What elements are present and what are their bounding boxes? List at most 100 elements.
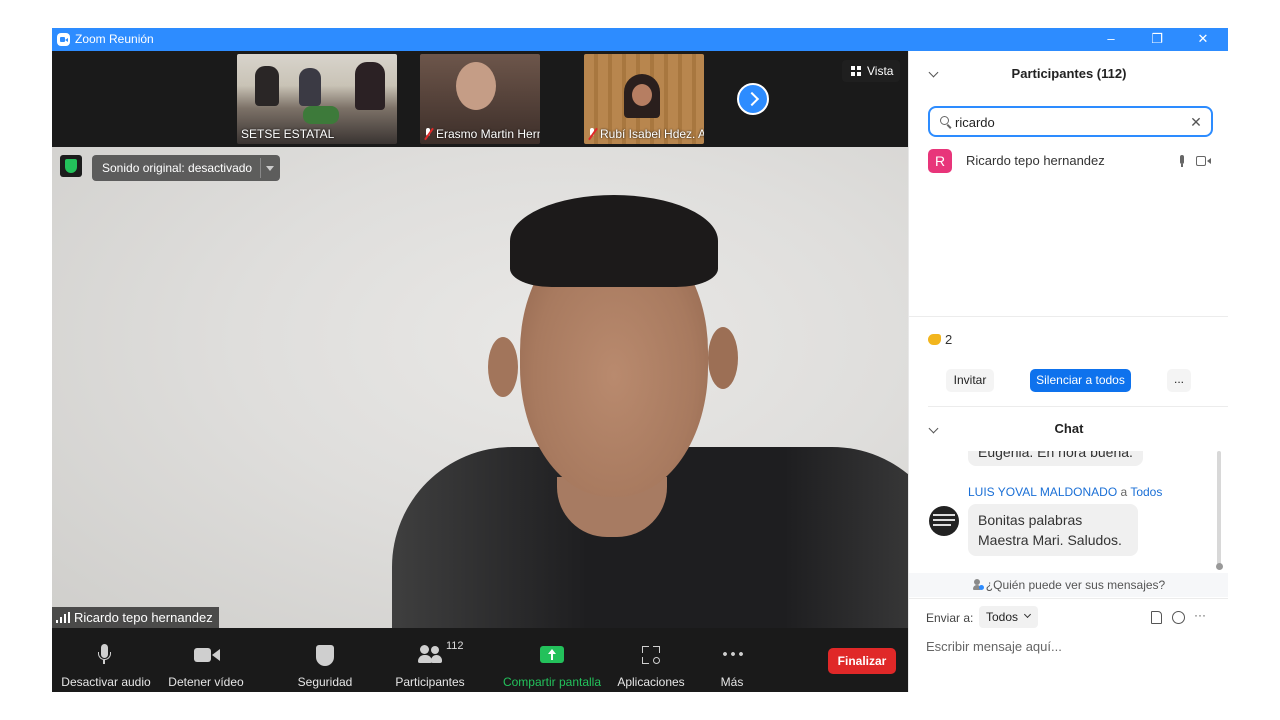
person-figure	[299, 68, 321, 106]
thumbnail-rubi[interactable]: Rubí Isabel Hdez. Ale...	[584, 54, 704, 144]
chevron-down-icon[interactable]	[266, 166, 274, 171]
mute-audio-button[interactable]: Desactivar audio	[60, 628, 152, 692]
recipient-prefix: a	[1120, 485, 1128, 499]
search-icon	[940, 116, 949, 125]
person-ear	[708, 327, 738, 389]
more-dots-icon	[721, 652, 743, 656]
chat-message-bubble: Bonitas palabras Maestra Mari. Saludos.	[968, 504, 1138, 556]
active-speaker-video: Sonido original: desactivado Ricardo tep…	[52, 147, 908, 628]
participant-search-box[interactable]: ✕	[928, 106, 1213, 137]
shield-icon	[316, 645, 334, 666]
microphone-icon	[98, 644, 111, 664]
zoom-window: Zoom Reunión – ❐ ✕ SETSE ESTATAL Erasmo …	[52, 28, 1228, 692]
thumbnail-erasmo[interactable]: Erasmo Martin Herná...	[420, 54, 540, 144]
thumbnail-name-row: Rubí Isabel Hdez. Ale...	[588, 127, 704, 142]
video-camera-icon[interactable]	[1196, 156, 1211, 166]
grid-view-icon	[851, 66, 861, 76]
participant-name: Ricardo tepo hernandez	[966, 153, 1105, 168]
participants-title: Participantes (112)	[1011, 66, 1127, 81]
end-meeting-button[interactable]: Finalizar	[828, 648, 896, 674]
emoji-icon[interactable]	[1172, 611, 1185, 624]
thumbnail-name: SETSE ESTATAL	[241, 127, 335, 141]
chat-messages: Eugenia. En hora buena. LUIS YOVAL MALDO…	[909, 451, 1228, 569]
chat-message-input[interactable]	[926, 637, 1216, 655]
reaction-count: 2	[945, 332, 953, 347]
speaker-name-label: Ricardo tepo hernandez	[52, 607, 219, 628]
more-options-button[interactable]: ...	[1167, 369, 1191, 392]
chat-recipient[interactable]: Todos	[1130, 485, 1162, 499]
clapping-hands-icon	[928, 334, 941, 345]
chat-message-line: Maestra Mari. Saludos.	[978, 532, 1122, 548]
chat-scroll-thumb[interactable]	[1216, 563, 1223, 570]
thumbnail-name: Erasmo Martin Herná...	[436, 127, 540, 141]
file-icon[interactable]	[1151, 611, 1162, 624]
person-ear	[488, 337, 518, 397]
recipient-select-value: Todos	[986, 610, 1019, 624]
muted-mic-icon	[424, 128, 432, 140]
recipient-select[interactable]: Todos	[979, 606, 1038, 628]
more-label: Más	[720, 675, 744, 689]
decoration-plant	[303, 106, 339, 124]
chat-message-line: Bonitas palabras	[978, 512, 1083, 528]
restore-button[interactable]: ❐	[1134, 28, 1180, 51]
muted-mic-icon	[588, 128, 596, 140]
share-screen-label: Compartir pantalla	[502, 675, 602, 689]
who-can-see-messages[interactable]: ¿Quién puede ver sus mensajes?	[909, 573, 1228, 597]
thumbnail-setse[interactable]: SETSE ESTATAL	[237, 54, 397, 144]
chat-sender[interactable]: LUIS YOVAL MALDONADO	[968, 485, 1117, 499]
close-window-button[interactable]: ✕	[1180, 28, 1226, 51]
apps-icon	[642, 646, 660, 664]
security-button[interactable]: Seguridad	[288, 628, 362, 692]
person-face	[456, 62, 496, 110]
chat-message-bubble: Eugenia. En hora buena.	[968, 451, 1143, 466]
person-face	[632, 84, 652, 106]
divider	[928, 406, 1228, 407]
stop-video-button[interactable]: Detener vídeo	[164, 628, 248, 692]
participants-icon	[418, 645, 442, 665]
thumbnail-name-row: Erasmo Martin Herná...	[424, 127, 540, 142]
reaction-counter: 2	[928, 332, 952, 347]
mute-all-button[interactable]: Silenciar a todos	[1030, 369, 1131, 392]
participant-strip: SETSE ESTATAL Erasmo Martin Herná... Rub…	[52, 51, 908, 147]
divider	[909, 598, 1228, 599]
send-to-row: Enviar a: Todos ···	[909, 606, 1228, 630]
invite-button[interactable]: Invitar	[946, 369, 994, 392]
microphone-icon[interactable]	[1178, 155, 1186, 167]
view-label: Vista	[867, 64, 894, 78]
participants-count: 112	[446, 640, 464, 652]
zoom-app-icon	[57, 33, 70, 46]
thumbnail-name: Rubí Isabel Hdez. Ale...	[600, 127, 704, 141]
person-hair	[510, 195, 718, 287]
chat-scrollbar[interactable]	[1217, 451, 1221, 569]
person-visibility-icon	[972, 579, 984, 590]
security-shield-icon[interactable]	[60, 155, 82, 177]
mute-audio-label: Desactivar audio	[61, 675, 151, 689]
avatar: R	[928, 149, 952, 173]
minimize-button[interactable]: –	[1088, 28, 1134, 51]
participant-search-input[interactable]	[955, 112, 1175, 132]
apps-button[interactable]: Aplicaciones	[614, 628, 688, 692]
video-area: SETSE ESTATAL Erasmo Martin Herná... Rub…	[52, 51, 908, 692]
share-screen-button[interactable]: Compartir pantalla	[498, 628, 606, 692]
speaker-name: Ricardo tepo hernandez	[74, 610, 213, 625]
chat-title: Chat	[1054, 421, 1084, 436]
signal-strength-icon	[56, 612, 70, 623]
stop-video-label: Detener vídeo	[168, 675, 244, 689]
title-bar: Zoom Reunión – ❐ ✕	[52, 28, 1228, 51]
clear-search-icon[interactable]: ✕	[1189, 113, 1203, 131]
side-panel: Participantes (112) ✕ R Ricardo tepo her…	[908, 51, 1228, 692]
original-sound-label: Sonido original: desactivado	[102, 161, 253, 175]
original-sound-toggle[interactable]: Sonido original: desactivado	[92, 155, 280, 181]
meeting-toolbar: Desactivar audio Detener vídeo Seguridad	[52, 628, 908, 692]
view-button[interactable]: Vista	[842, 60, 900, 82]
next-page-arrow-icon[interactable]	[737, 83, 769, 115]
sender-avatar	[929, 506, 959, 536]
share-screen-icon	[540, 646, 564, 663]
who-can-see-label: ¿Quién puede ver sus mensajes?	[985, 578, 1166, 592]
chat-more-icon[interactable]: ···	[1194, 608, 1206, 622]
divider	[909, 316, 1228, 317]
participants-label: Participantes	[395, 675, 465, 689]
more-button[interactable]: Más	[704, 628, 760, 692]
participant-row[interactable]: R Ricardo tepo hernandez	[928, 147, 1218, 175]
participants-button[interactable]: 112 Participantes	[388, 628, 472, 692]
